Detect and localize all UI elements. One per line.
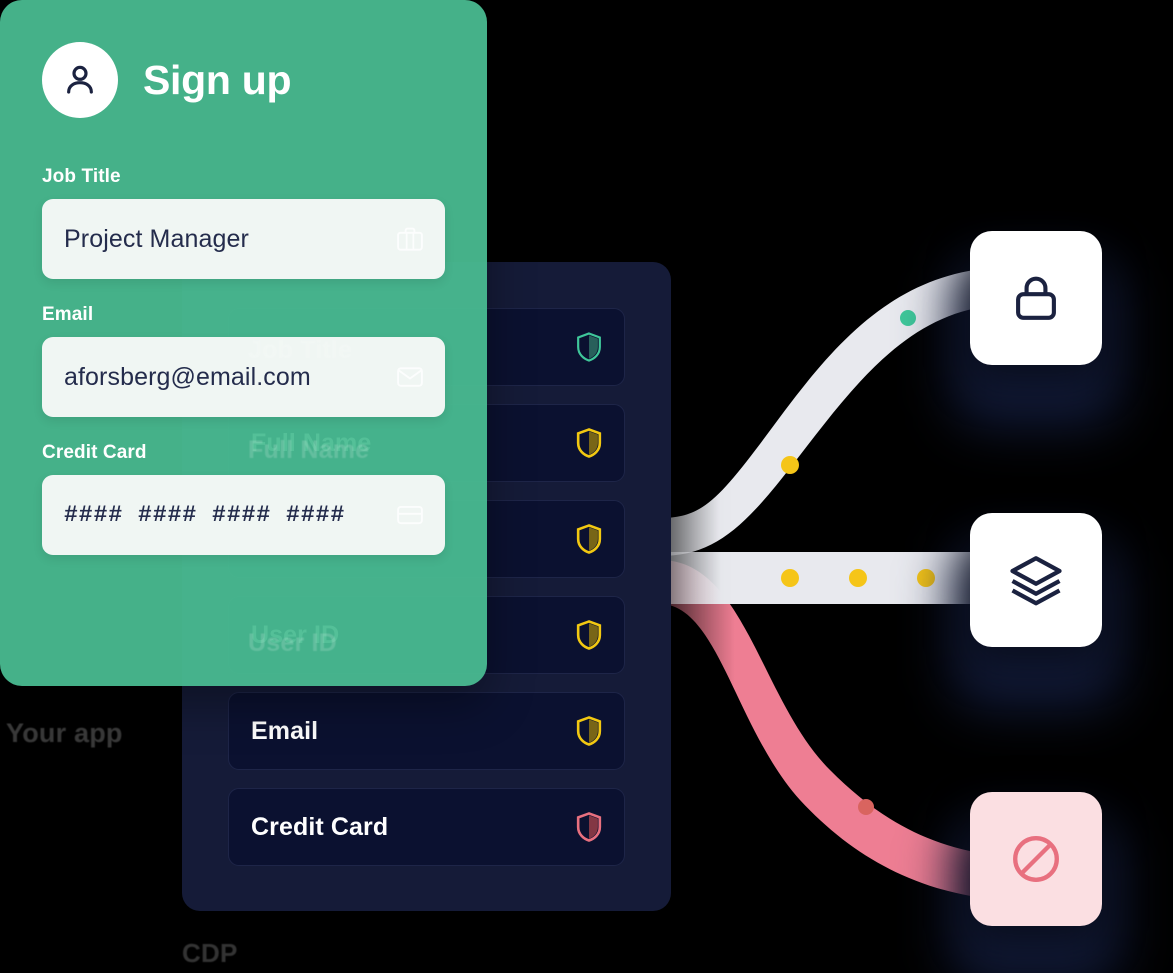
- cdp-row-label: Credit Card: [251, 812, 389, 841]
- shield-red-icon: [576, 812, 602, 842]
- shield-yellow-icon: [576, 428, 602, 458]
- field-label: Email: [42, 304, 94, 325]
- briefcase-icon: [397, 227, 423, 251]
- lock-icon: [1016, 276, 1056, 320]
- avatar: [42, 42, 118, 118]
- illustration-canvas: Job Title Full Name Phone User ID: [0, 0, 1173, 973]
- cdp-ghost-label-user-id: User ID: [248, 629, 337, 657]
- cdp-caption: CDP: [182, 938, 238, 968]
- cdp-ghost-label-job-title: Job Title: [248, 336, 353, 364]
- shield-yellow-icon: [576, 524, 602, 554]
- credit-card-input[interactable]: #### #### #### ####: [42, 475, 445, 555]
- shield-yellow-icon: [576, 620, 602, 650]
- field-job-title: Job Title Project Manager: [42, 166, 445, 279]
- field-label: Job Title: [42, 166, 121, 187]
- path-dot-yellow: [781, 456, 799, 474]
- path-dot-yellow: [917, 569, 935, 587]
- shield-teal-icon: [577, 332, 601, 362]
- cdp-row-label: Email: [251, 716, 319, 745]
- job-title-input[interactable]: Project Manager: [42, 199, 445, 279]
- field-label: Credit Card: [42, 442, 147, 463]
- path-lock: [660, 268, 990, 556]
- your-app-caption: Your app: [6, 718, 123, 748]
- field-email: Email aforsberg@email.com: [42, 304, 445, 417]
- destination-card-blocked[interactable]: [970, 792, 1102, 926]
- field-credit-card: Credit Card #### #### #### ####: [42, 442, 445, 555]
- page-title: Sign up: [143, 56, 292, 103]
- path-dot-green: [900, 310, 916, 326]
- signup-header: Sign up: [42, 42, 445, 118]
- field-value: aforsberg@email.com: [64, 362, 311, 391]
- cdp-row-email[interactable]: Email: [228, 692, 625, 770]
- user-icon: [67, 65, 93, 94]
- path-dot-yellow: [781, 569, 799, 587]
- field-value: Project Manager: [64, 224, 249, 253]
- path-dot-yellow: [849, 569, 867, 587]
- destination-card-layers[interactable]: [970, 513, 1102, 647]
- cdp-row-credit-card[interactable]: Credit Card: [228, 788, 625, 866]
- cdp-ghost-label-full-name: Full Name: [248, 436, 370, 464]
- email-input[interactable]: aforsberg@email.com: [42, 337, 445, 417]
- credit-card-icon: [397, 505, 423, 525]
- signup-card: Sign up Job Title Project Manager Email …: [0, 0, 487, 686]
- field-value: #### #### #### ####: [64, 502, 346, 528]
- destination-card-lock[interactable]: [970, 231, 1102, 365]
- path-blocked: [660, 560, 1000, 900]
- path-layers: [660, 552, 1000, 604]
- path-dot-red: [858, 799, 874, 815]
- shield-yellow-icon: [576, 716, 602, 746]
- layers-icon: [1010, 556, 1062, 606]
- blocked-icon: [1013, 836, 1059, 882]
- envelope-icon: [397, 367, 423, 387]
